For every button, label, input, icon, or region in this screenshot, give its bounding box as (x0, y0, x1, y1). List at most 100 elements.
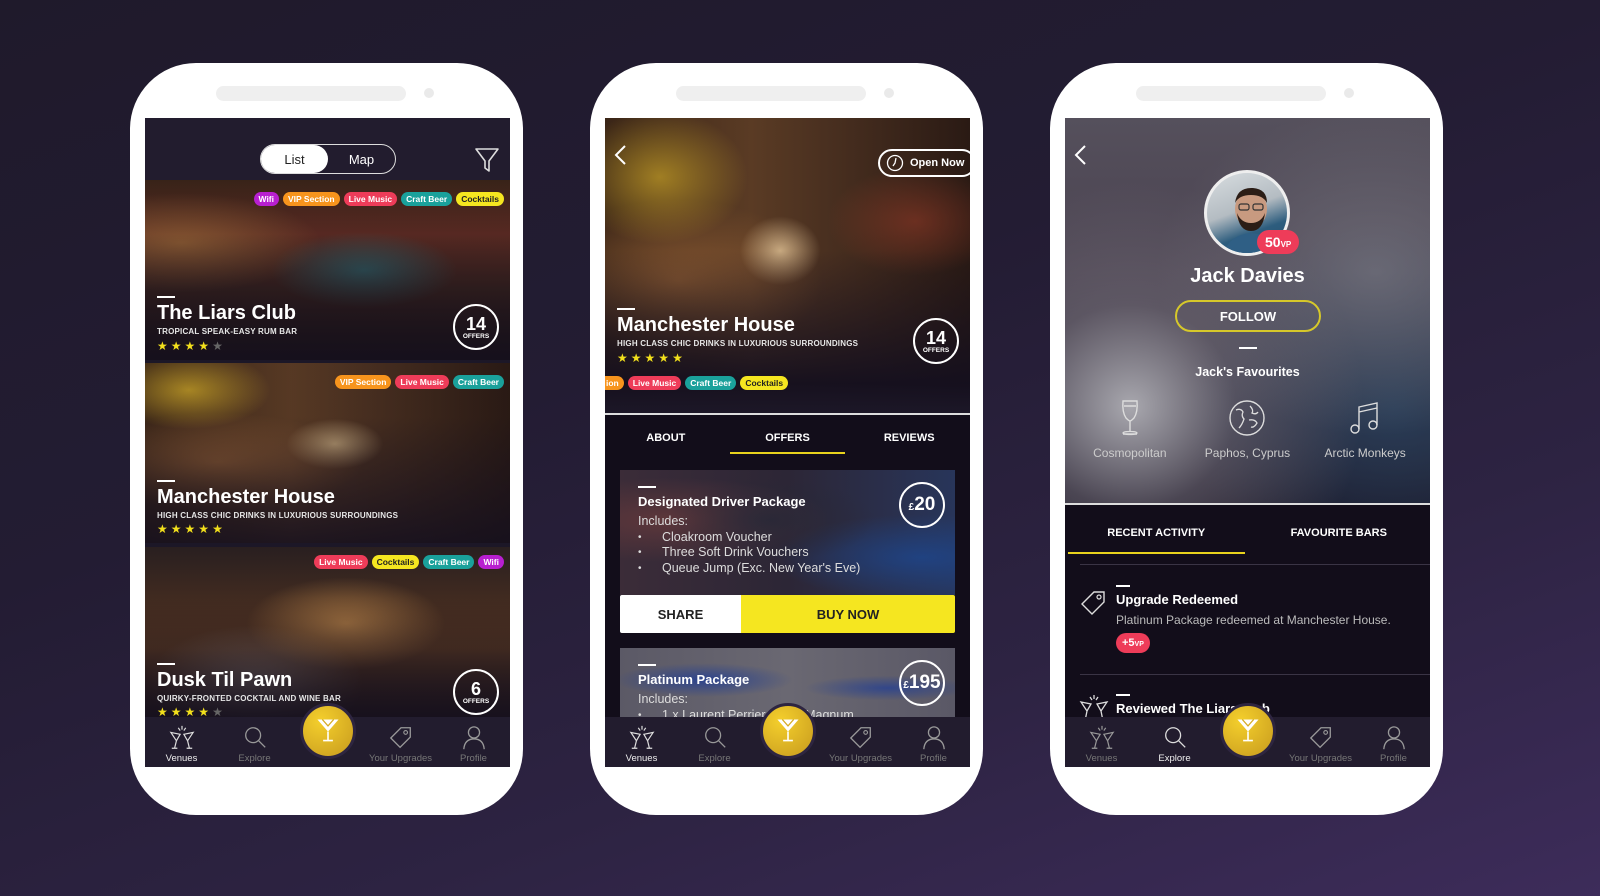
buy-now-button[interactable]: BUY NOW (741, 595, 955, 633)
phone-speaker (216, 86, 406, 101)
star-filled-icon: ★ (157, 705, 168, 717)
favourites-list: Cosmopolitan Paphos, Cyprus Arctic Monke… (1065, 398, 1430, 460)
offer-title: Platinum Package (638, 672, 750, 687)
venue-card[interactable]: Live Music Cocktails Craft Beer Wifi Dus… (145, 547, 510, 717)
venue-card[interactable]: Wifi VIP Section Live Music Craft Beer C… (145, 180, 510, 360)
toggle-map[interactable]: Map (328, 145, 395, 173)
tab-about[interactable]: ABOUT (605, 415, 727, 460)
user-icon (922, 726, 945, 750)
star-rating: ★ ★ ★ ★ ★ (157, 340, 223, 352)
offers-list: Designated Driver Package Includes: Cloa… (605, 460, 970, 728)
list-map-toggle[interactable]: List Map (260, 144, 396, 174)
back-icon[interactable] (613, 144, 629, 166)
nav-label: Venues (1085, 753, 1118, 764)
tag-icon (1309, 727, 1331, 749)
venue-subtitle: HIGH CLASS CHIC DRINKS IN LUXURIOUS SURR… (617, 339, 859, 348)
nav-center-button[interactable] (291, 703, 364, 767)
title-dash (638, 486, 656, 488)
tab-offers[interactable]: OFFERS (727, 415, 849, 460)
offers-badge[interactable]: 6 OFFERS (453, 669, 499, 715)
offer-item: Cloakroom Voucher (638, 530, 860, 546)
tag: VIP Section (283, 192, 340, 206)
nav-venues[interactable]: Venues (145, 717, 218, 767)
star-filled-icon: ★ (184, 339, 196, 353)
tab-favourite-bars[interactable]: FAVOURITE BARS (1248, 505, 1431, 560)
share-button[interactable]: SHARE (620, 595, 741, 633)
nav-center-button[interactable] (751, 703, 824, 767)
tab-reviews[interactable]: REVIEWS (848, 415, 970, 460)
nav-center-button[interactable] (1211, 703, 1284, 767)
cocktail-logo-icon[interactable] (299, 703, 356, 759)
nav-label: Venues (625, 753, 658, 764)
screen-venue-detail: Open Now Manchester House HIGH CLASS CHI… (605, 118, 970, 767)
nav-label: Your Upgrades (828, 753, 893, 764)
nav-your-upgrades[interactable]: Your Upgrades (824, 717, 897, 767)
star-filled-icon: ★ (198, 522, 210, 536)
offers-badge[interactable]: 14 OFFERS (913, 318, 959, 364)
star-filled-icon: ★ (184, 705, 196, 717)
tag: Cocktails (371, 555, 420, 569)
glass-icon (1121, 400, 1138, 436)
phone-camera (1344, 88, 1354, 98)
venue-tags: ion Live Music Craft Beer Cocktails (605, 376, 789, 390)
star-filled-icon: ★ (170, 339, 182, 353)
tag: Live Music (627, 376, 682, 390)
favourite-item[interactable]: Cosmopolitan (1075, 398, 1185, 460)
phone-speaker (1136, 86, 1326, 101)
favourites-title: Jack's Favourites (1195, 365, 1300, 379)
cocktail-logo-icon[interactable] (1219, 703, 1276, 759)
tag: Craft Beer (423, 555, 475, 569)
phone-venue-detail: Open Now Manchester House HIGH CLASS CHI… (590, 63, 983, 815)
toggle-list[interactable]: List (261, 145, 328, 173)
favourite-item[interactable]: Paphos, Cyprus (1192, 398, 1302, 460)
nav-label: Profile (460, 753, 487, 764)
nav-your-upgrades[interactable]: Your Upgrades (1284, 717, 1357, 767)
offer-title: Designated Driver Package (638, 494, 806, 509)
follow-button[interactable]: FOLLOW (1175, 300, 1321, 332)
nav-profile[interactable]: Profile (1357, 717, 1430, 767)
star-filled-icon: ★ (672, 351, 683, 365)
profile-tabs: RECENT ACTIVITY FAVOURITE BARS (1065, 505, 1430, 560)
title-dash (1116, 585, 1130, 587)
price-badge: £20 (899, 482, 945, 528)
nav-profile[interactable]: Profile (437, 717, 510, 767)
tag: Live Music (395, 375, 449, 389)
list-header: List Map (145, 118, 510, 180)
star-filled-icon: ★ (157, 522, 168, 536)
venue-tags: Wifi VIP Section Live Music Craft Beer C… (253, 192, 504, 206)
nav-profile[interactable]: Profile (897, 717, 970, 767)
star-rating: ★ ★ ★ ★ ★ (157, 706, 223, 717)
offers-badge[interactable]: 14 OFFERS (453, 304, 499, 350)
filter-icon[interactable] (474, 146, 500, 174)
cocktail-cheers-icon (629, 725, 654, 749)
activity-item[interactable]: Upgrade Redeemed Platinum Package redeem… (1065, 564, 1430, 674)
tag: Wifi (478, 555, 504, 569)
tag: Craft Beer (401, 192, 453, 206)
star-filled-icon: ★ (198, 705, 210, 717)
venue-subtitle: HIGH CLASS CHIC DRINKS IN LUXURIOUS SURR… (157, 511, 399, 520)
nav-explore[interactable]: Explore (1138, 717, 1211, 767)
title-dash (1116, 694, 1130, 696)
nav-venues[interactable]: Venues (1065, 717, 1138, 767)
star-filled-icon: ★ (212, 522, 223, 536)
nav-your-upgrades[interactable]: Your Upgrades (364, 717, 437, 767)
phone-profile: 50 VP Jack Davies FOLLOW Jack's Favourite… (1050, 63, 1443, 815)
tag-icon (849, 727, 871, 749)
favourite-item[interactable]: Arctic Monkeys (1310, 398, 1420, 460)
tab-recent-activity[interactable]: RECENT ACTIVITY (1065, 505, 1248, 560)
offer-card[interactable]: Designated Driver Package Includes: Cloa… (620, 470, 955, 595)
venue-card[interactable]: VIP Section Live Music Craft Beer Manche… (145, 363, 510, 543)
venue-name: Dusk Til Pawn (157, 669, 293, 691)
tag: Live Music (343, 192, 398, 206)
phone-camera (424, 88, 434, 98)
nav-venues[interactable]: Venues (605, 717, 678, 767)
search-icon (244, 727, 266, 748)
phone-camera (884, 88, 894, 98)
back-icon[interactable] (1073, 144, 1089, 166)
venue-hero: Open Now Manchester House HIGH CLASS CHI… (605, 118, 970, 413)
nav-label: Explore (1158, 753, 1191, 764)
cocktail-logo-icon[interactable] (759, 703, 816, 759)
venue-subtitle: QUIRKY-FRONTED COCKTAIL AND WINE BAR (157, 694, 341, 703)
nav-explore[interactable]: Explore (218, 717, 291, 767)
nav-explore[interactable]: Explore (678, 717, 751, 767)
